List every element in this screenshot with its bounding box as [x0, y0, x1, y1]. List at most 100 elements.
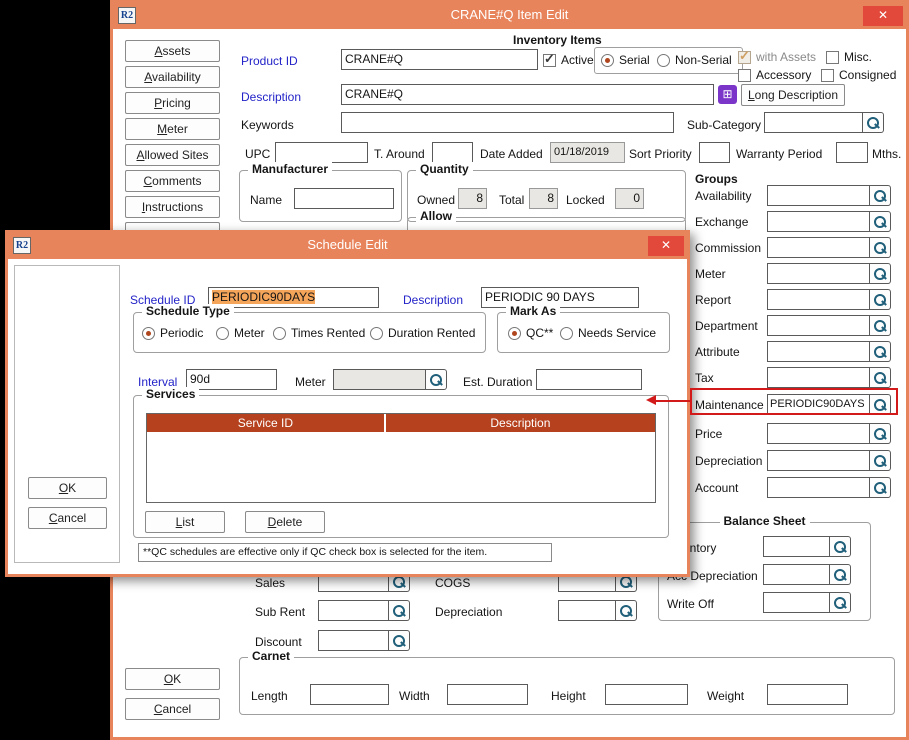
- depreciation-input[interactable]: [558, 600, 616, 621]
- non-serial-radio[interactable]: Non-Serial: [657, 53, 732, 67]
- manufacturer-name-input[interactable]: [294, 188, 394, 209]
- acc-depreciation-input[interactable]: [763, 564, 830, 585]
- length-label: Length: [251, 686, 288, 706]
- t-around-input[interactable]: [432, 142, 473, 163]
- sub-rent-input[interactable]: [318, 600, 389, 621]
- lookup-icon[interactable]: [870, 341, 891, 362]
- est-duration-input[interactable]: [536, 369, 642, 390]
- services-list[interactable]: Service ID Description: [146, 413, 656, 503]
- services-header: Service ID Description: [147, 414, 655, 432]
- lookup-icon[interactable]: [870, 289, 891, 310]
- keywords-input[interactable]: [341, 112, 674, 133]
- interval-input[interactable]: 90d: [186, 369, 277, 390]
- serial-radio[interactable]: Serial: [601, 53, 650, 67]
- group-input-availability[interactable]: [767, 185, 870, 206]
- lookup-icon[interactable]: [389, 600, 410, 621]
- group-input-attribute[interactable]: [767, 341, 870, 362]
- description-more-icon[interactable]: ⊞: [718, 85, 737, 104]
- schedule-description-label: Description: [403, 290, 463, 310]
- owned-input: 8: [458, 188, 487, 209]
- balance-sheet-title: Balance Sheet: [719, 514, 809, 528]
- close-button[interactable]: ✕: [648, 236, 684, 256]
- description-column-header: Description: [386, 414, 655, 432]
- group-input-price[interactable]: [767, 423, 870, 444]
- group-input-report[interactable]: [767, 289, 870, 310]
- sidebar-button-allowed-sites[interactable]: Allowed Sites: [125, 144, 220, 166]
- length-input[interactable]: [310, 684, 389, 705]
- ok-button[interactable]: OK: [125, 668, 220, 690]
- sort-priority-input[interactable]: [699, 142, 730, 163]
- misc-checkbox[interactable]: Misc.: [826, 50, 872, 64]
- lookup-icon[interactable]: [830, 564, 851, 585]
- consigned-checkbox[interactable]: Consigned: [821, 68, 896, 82]
- product-id-input[interactable]: CRANE#Q: [341, 49, 538, 70]
- lookup-icon[interactable]: [426, 369, 447, 390]
- sub-category-input[interactable]: [764, 112, 863, 133]
- needs-service-radio[interactable]: Needs Service: [560, 326, 656, 340]
- warranty-period-label: Warranty Period: [736, 144, 822, 164]
- warranty-period-input[interactable]: [836, 142, 868, 163]
- lookup-icon[interactable]: [870, 315, 891, 336]
- lookup-icon[interactable]: [870, 211, 891, 232]
- times-rented-radio[interactable]: Times Rented: [273, 326, 365, 340]
- sidebar-button-instructions[interactable]: Instructions: [125, 196, 220, 218]
- lookup-icon[interactable]: [870, 367, 891, 388]
- with-assets-checkbox[interactable]: with Assets: [738, 50, 816, 64]
- schedule-type-group: Schedule Type Periodic Meter Times Rente…: [133, 312, 486, 353]
- upc-input[interactable]: [275, 142, 368, 163]
- lookup-icon[interactable]: [616, 600, 637, 621]
- sidebar-button-pricing[interactable]: Pricing: [125, 92, 220, 114]
- width-input[interactable]: [447, 684, 528, 705]
- duration-rented-radio[interactable]: Duration Rented: [370, 326, 475, 340]
- lookup-icon[interactable]: [870, 237, 891, 258]
- lookup-icon[interactable]: [389, 630, 410, 651]
- sidebar-button-availability[interactable]: Availability: [125, 66, 220, 88]
- lookup-icon[interactable]: [870, 263, 891, 284]
- schedule-ok-button[interactable]: OK: [28, 477, 107, 499]
- sidebar-button-comments[interactable]: Comments: [125, 170, 220, 192]
- sidebar-button-meter[interactable]: Meter: [125, 118, 220, 140]
- sub-rent-field: [318, 600, 410, 621]
- lookup-icon[interactable]: [870, 423, 891, 444]
- description-label: Description: [241, 87, 301, 107]
- lookup-icon[interactable]: [830, 592, 851, 613]
- service-id-column-header: Service ID: [147, 414, 386, 432]
- group-field-depreciation: [767, 450, 891, 471]
- cancel-button[interactable]: Cancel: [125, 698, 220, 720]
- schedule-cancel-button[interactable]: Cancel: [28, 507, 107, 529]
- group-input-department[interactable]: [767, 315, 870, 336]
- group-label-exchange: Exchange: [695, 212, 748, 232]
- sidebar-button-assets[interactable]: Assets: [125, 40, 220, 62]
- sub-category-field: [764, 112, 884, 133]
- group-field-meter: [767, 263, 891, 284]
- qc-radio[interactable]: QC**: [508, 326, 553, 340]
- height-input[interactable]: [605, 684, 688, 705]
- list-button[interactable]: List: [145, 511, 225, 533]
- lookup-icon[interactable]: [870, 477, 891, 498]
- lookup-icon[interactable]: [870, 450, 891, 471]
- services-title: Services: [142, 387, 199, 401]
- close-button[interactable]: ✕: [863, 6, 903, 26]
- group-input-commission[interactable]: [767, 237, 870, 258]
- group-input-exchange[interactable]: [767, 211, 870, 232]
- active-checkbox[interactable]: Active: [543, 53, 594, 67]
- description-input[interactable]: CRANE#Q: [341, 84, 714, 105]
- group-input-depreciation[interactable]: [767, 450, 870, 471]
- group-input-tax[interactable]: [767, 367, 870, 388]
- write-off-input[interactable]: [763, 592, 830, 613]
- checkbox-icon: [738, 69, 751, 82]
- allow-group-title: Allow: [416, 209, 456, 223]
- discount-input[interactable]: [318, 630, 389, 651]
- weight-input[interactable]: [767, 684, 848, 705]
- delete-button[interactable]: Delete: [245, 511, 325, 533]
- lookup-icon[interactable]: [870, 185, 891, 206]
- group-input-meter[interactable]: [767, 263, 870, 284]
- lookup-icon[interactable]: [830, 536, 851, 557]
- meter-radio[interactable]: Meter: [216, 326, 265, 340]
- inventory-input[interactable]: [763, 536, 830, 557]
- long-description-button[interactable]: Long Description: [741, 84, 845, 106]
- periodic-radio[interactable]: Periodic: [142, 326, 203, 340]
- lookup-icon[interactable]: [863, 112, 884, 133]
- accessory-checkbox[interactable]: Accessory: [738, 68, 811, 82]
- group-input-account[interactable]: [767, 477, 870, 498]
